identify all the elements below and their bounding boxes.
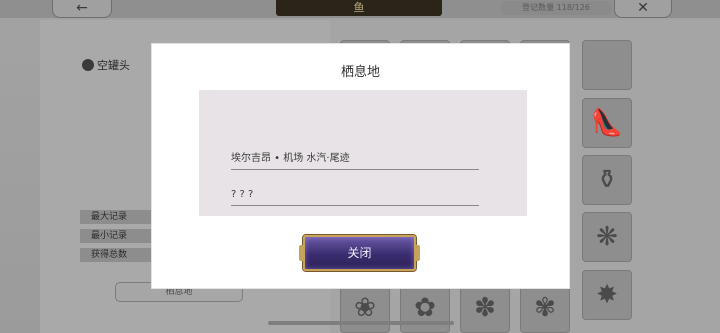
grid-slot[interactable]: 👠 <box>582 98 632 148</box>
record-count: 登记数量 118/126 <box>500 1 612 15</box>
close-button[interactable]: 关闭 <box>299 235 420 271</box>
habitat-list: 埃尔吉昂 • 机场 水汽·尾迹 ? ? ? <box>199 90 527 216</box>
fish-icon: ✾ <box>534 293 556 323</box>
habitat-entry: ? ? ? <box>231 184 479 206</box>
stat-min-record: 最小记录 <box>80 229 162 243</box>
back-button[interactable]: ← <box>52 0 112 18</box>
stat-max-record: 最大记录 <box>80 210 162 224</box>
button-ornament <box>414 245 420 261</box>
grid-slot[interactable]: ❀ <box>340 283 390 333</box>
button-ornament <box>299 245 305 261</box>
habitat-modal: 栖息地 埃尔吉昂 • 机场 水汽·尾迹 ? ? ? 关闭 <box>151 43 570 289</box>
page-title: 鱼 <box>276 0 442 16</box>
fish-icon: ✽ <box>474 293 496 323</box>
grid-slot[interactable]: ✾ <box>520 283 570 333</box>
close-page-button[interactable]: ✕ <box>614 0 672 18</box>
grid-slot[interactable]: ✸ <box>582 270 632 320</box>
fish-icon: ❋ <box>596 222 618 252</box>
modal-title: 栖息地 <box>340 65 380 80</box>
shoe-icon: 👠 <box>590 108 624 138</box>
grid-slot[interactable]: ❋ <box>582 212 632 262</box>
stat-total-obtained: 获得总数 <box>80 248 162 262</box>
bait-label: 空罐头 <box>82 57 130 73</box>
bait-icon <box>82 59 94 71</box>
grid-slot[interactable]: ✿ <box>400 283 450 333</box>
jar-icon: ⚱ <box>596 165 618 195</box>
grid-slot[interactable] <box>582 40 632 90</box>
close-button-label: 关闭 <box>347 246 372 260</box>
grid-slot[interactable]: ✽ <box>460 283 510 333</box>
close-x-icon: ✕ <box>637 0 649 16</box>
grid-slot[interactable]: ⚱ <box>582 155 632 205</box>
horizontal-scrollbar[interactable] <box>268 321 454 325</box>
bait-name: 空罐头 <box>97 59 130 72</box>
fish-icon: ✸ <box>596 280 618 310</box>
arrow-left-icon: ← <box>76 0 88 16</box>
habitat-entry: 埃尔吉昂 • 机场 水汽·尾迹 <box>231 148 479 170</box>
